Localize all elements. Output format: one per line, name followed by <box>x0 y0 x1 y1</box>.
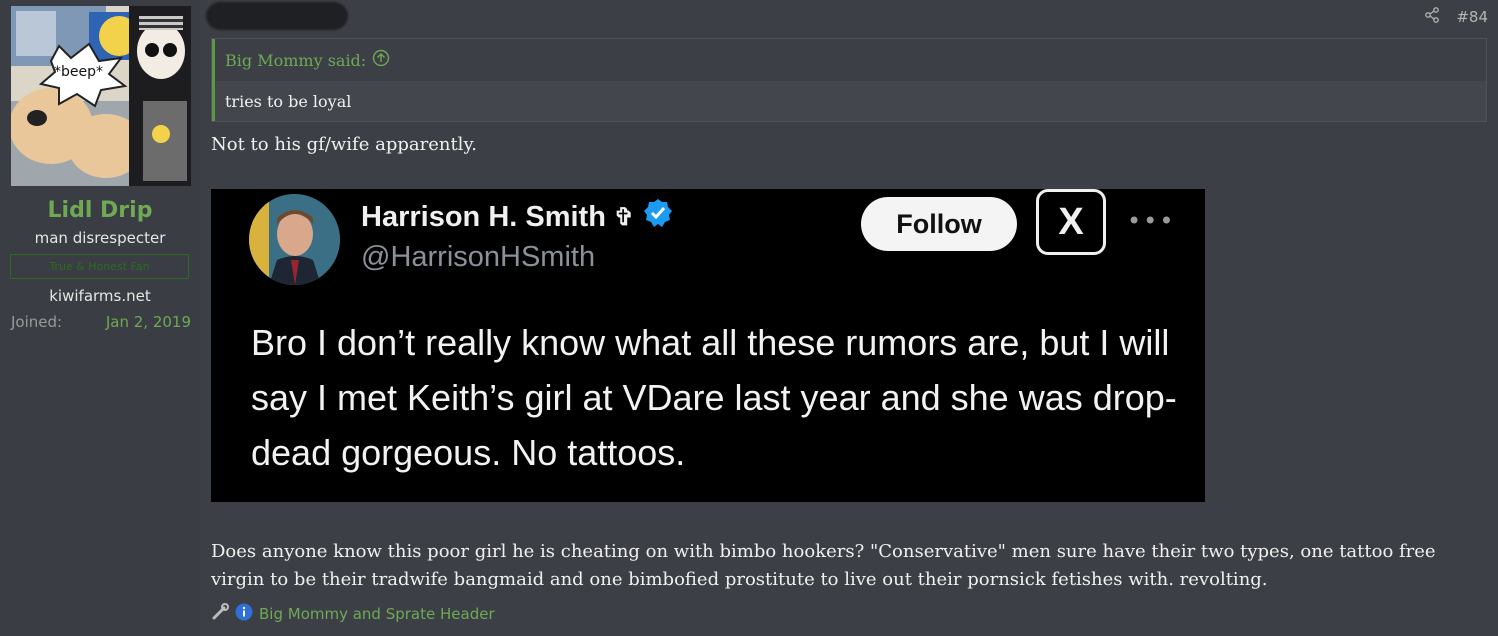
tweet-image: Harrison H. Smith ✞ @HarrisonHSmith Foll… <box>211 189 1205 502</box>
redacted-header <box>206 2 348 30</box>
tweet-follow-button: Follow <box>861 197 1017 251</box>
tweet-author-name: Harrison H. Smith ✞ <box>361 197 674 237</box>
quote-block: Big Mommy said: tries to be loyal <box>211 38 1487 122</box>
reply-text: Not to his gf/wife apparently. <box>211 134 477 155</box>
tweet-handle: @HarrisonHSmith <box>361 241 596 273</box>
avatar-illustration <box>11 6 191 186</box>
user-avatar[interactable]: *beep* <box>11 6 191 186</box>
avatar-caption: *beep* <box>54 64 103 80</box>
quote-text: tries to be loyal <box>215 81 1486 121</box>
username[interactable]: Lidl Drip <box>0 198 200 223</box>
x-logo-icon: X <box>1036 189 1106 255</box>
tweet-author-label: Harrison H. Smith <box>361 200 606 233</box>
quote-author[interactable]: Big Mommy said: <box>225 51 366 70</box>
post-number[interactable]: #84 <box>1456 8 1488 26</box>
user-title: man disrespecter <box>34 229 166 247</box>
joined-date: Jan 2, 2019 <box>105 313 191 331</box>
tweet-text: Bro I don’t really know what all these r… <box>251 322 1177 473</box>
tweet-avatar <box>249 194 340 285</box>
info-icon <box>235 603 253 625</box>
user-banner: True & Honest Fan <box>10 254 189 279</box>
user-site: kiwifarms.net <box>49 287 151 305</box>
user-sidebar: *beep* Lidl Drip man disrespecter True &… <box>0 0 200 636</box>
reactions-list[interactable]: Big Mommy and Sprate Header <box>259 605 495 623</box>
post-actions: #84 <box>1424 7 1488 27</box>
closing-text: Does anyone know this poor girl he is ch… <box>211 541 1436 590</box>
wrench-icon <box>211 603 229 625</box>
share-icon[interactable] <box>1424 7 1440 27</box>
quote-header[interactable]: Big Mommy said: <box>215 39 1486 81</box>
post-body: #84 Big Mommy said: tries to be loyal No… <box>201 0 1498 636</box>
reactions-bar: Big Mommy and Sprate Header <box>211 603 495 625</box>
joined-label: Joined: <box>11 313 63 331</box>
more-options-icon: ••• <box>1127 207 1176 235</box>
arrow-up-circle-icon[interactable] <box>372 49 390 71</box>
cross-icon: ✞ <box>613 203 635 231</box>
verified-badge-icon <box>642 197 674 237</box>
